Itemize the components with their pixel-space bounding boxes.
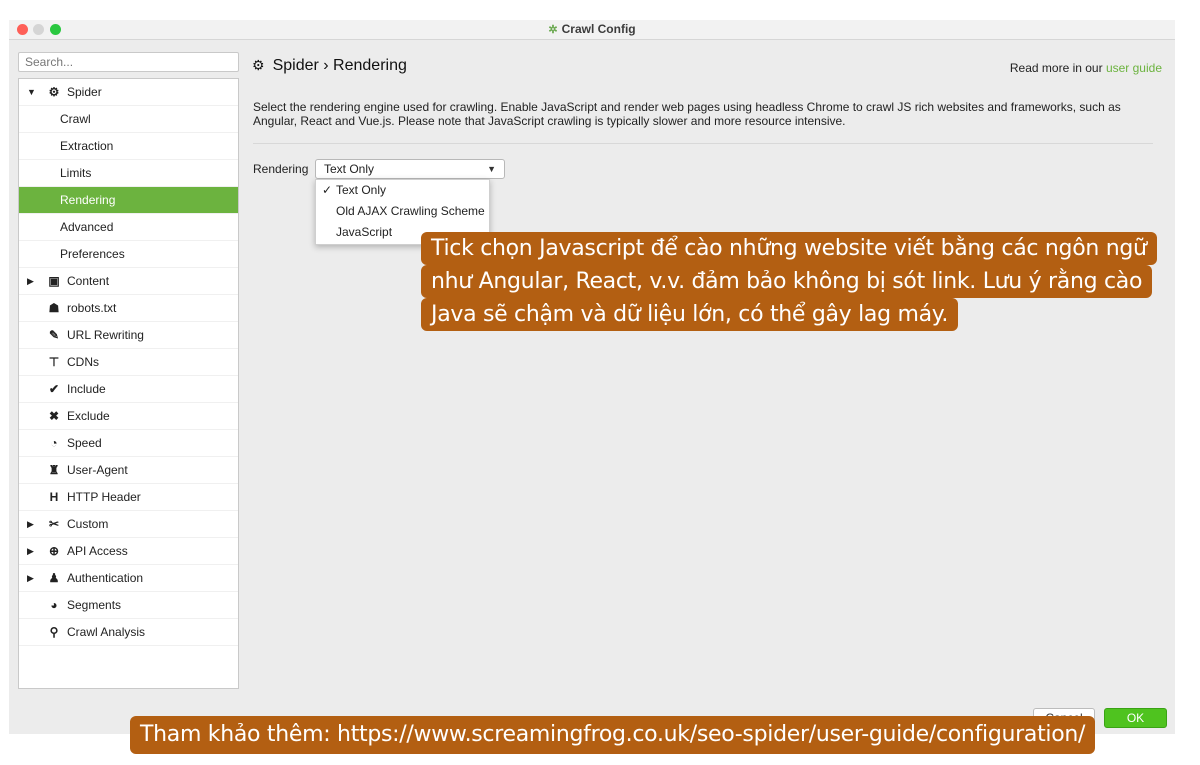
read-more-text: Read more in our user guide <box>1010 61 1162 75</box>
sidebar-item-label: Crawl <box>60 112 91 126</box>
content-pane: ⚙ Spider › Rendering Read more in our use… <box>245 52 1165 692</box>
sidebar-item-cdns[interactable]: ⊤ CDNs <box>19 349 238 376</box>
divider <box>253 143 1153 144</box>
sidebar-item-preferences[interactable]: Preferences <box>19 241 238 268</box>
sidebar-item-http-header[interactable]: H HTTP Header <box>19 484 238 511</box>
crawl-config-window: ✲Crawl Config ▼ ⚙ Spider Crawl Extraction Lim… <box>9 20 1175 734</box>
config-tree: ▼ ⚙ Spider Crawl Extraction Limits Rendering Ad… <box>18 78 239 689</box>
edit-icon: ✎ <box>48 328 60 342</box>
sidebar-item-label: Speed <box>67 436 102 450</box>
sidebar-item-label: Spider <box>67 85 102 99</box>
sidebar-item-crawl-analysis[interactable]: ⚲ Crawl Analysis <box>19 619 238 646</box>
gear-icon: ⚙ <box>252 57 265 73</box>
callout-line-2: như Angular, React, v.v. đảm bảo không b… <box>421 265 1153 298</box>
sidebar-item-label: URL Rewriting <box>67 328 144 342</box>
collapsed-arrow-icon[interactable]: ▶ <box>27 511 34 538</box>
sidebar-item-api-access[interactable]: ▶ ⊕ API Access <box>19 538 238 565</box>
sidebar-item-label: Crawl Analysis <box>67 625 146 639</box>
callout-line-3: Java sẽ chậm và dữ liệu lớn, có thể gây … <box>421 298 959 331</box>
users-lock-icon: ♟ <box>48 571 60 585</box>
read-more-prefix: Read more in our <box>1009 61 1103 75</box>
sidebar-item-label: Custom <box>67 517 109 531</box>
sidebar-item-label: Authentication <box>67 571 144 585</box>
sidebar-item-crawl[interactable]: Crawl <box>19 106 238 133</box>
rendering-option[interactable]: ✓ Text Only <box>316 180 489 201</box>
sidebar-item-include[interactable]: ✔ Include <box>19 376 238 403</box>
checkmark-icon: ✓ <box>322 183 333 197</box>
expanded-arrow-icon[interactable]: ▼ <box>27 79 36 106</box>
rendering-label: Rendering <box>253 162 309 176</box>
window-title-wrap: ✲ Crawl Config <box>9 22 1175 36</box>
sidebar-item-label: Content <box>67 274 110 288</box>
title-bar: ✲ Crawl Config <box>9 20 1175 40</box>
chevron-down-icon: ▼ <box>487 164 496 174</box>
breadcrumb-parent: Spider <box>272 57 319 74</box>
collapsed-arrow-icon[interactable]: ▶ <box>27 565 34 592</box>
user-secret-icon: ♜ <box>48 463 60 477</box>
ok-button[interactable]: OK <box>1104 708 1167 728</box>
window-icon: ▣ <box>48 274 60 288</box>
sidebar-item-advanced[interactable]: Advanced <box>19 214 238 241</box>
sidebar-item-label: robots.txt <box>67 301 117 315</box>
robot-icon: ☗ <box>48 301 60 315</box>
frog-logo-icon: ✲ <box>548 24 558 36</box>
sidebar-item-speed[interactable]: ◔ Speed <box>19 430 238 457</box>
sidebar-item-extraction[interactable]: Extraction <box>19 133 238 160</box>
sidebar-item-label: Include <box>67 382 106 396</box>
search-input[interactable] <box>18 52 239 72</box>
sidebar-item-authentication[interactable]: ▶ ♟ Authentication <box>19 565 238 592</box>
sidebar-item-rendering[interactable]: Rendering <box>19 187 238 214</box>
rendering-option-label: Old AJAX Crawling Scheme <box>336 204 485 218</box>
times-circle-icon: ✖ <box>48 409 60 423</box>
user-guide-link[interactable]: user guide <box>1106 61 1162 75</box>
sidebar-item-label: Segments <box>67 598 122 612</box>
sidebar-item-limits[interactable]: Limits <box>19 160 238 187</box>
check-circle-icon: ✔ <box>48 382 60 396</box>
breadcrumb-current: Rendering <box>333 57 407 74</box>
sitemap-icon: ⊤ <box>48 355 60 369</box>
sidebar-item-label: HTTP Header <box>67 490 141 504</box>
rendering-option-label: JavaScript <box>336 225 393 239</box>
sidebar-item-label: Rendering <box>60 193 116 207</box>
breadcrumb-separator: › <box>323 57 329 74</box>
globe-icon: ⊕ <box>48 544 60 558</box>
speedometer-icon: ◔ <box>50 436 58 450</box>
rendering-option-label: Text Only <box>336 183 387 197</box>
sidebar-item-content[interactable]: ▶ ▣ Content <box>19 268 238 295</box>
sidebar-item-label: Extraction <box>60 139 114 153</box>
pie-chart-icon: ◕ <box>50 598 58 612</box>
gear-icon: ⚙ <box>48 85 60 99</box>
collapsed-arrow-icon[interactable]: ▶ <box>27 268 34 295</box>
window-title: Crawl Config <box>561 22 636 36</box>
sidebar-item-label: API Access <box>67 544 128 558</box>
sidebar-item-label: Advanced <box>60 220 114 234</box>
sidebar-item-robots-txt[interactable]: ☗ robots.txt <box>19 295 238 322</box>
reference-banner: Tham khảo thêm: https://www.screamingfro… <box>130 716 1096 754</box>
rendering-select[interactable]: Text Only ▼ <box>315 159 505 179</box>
sidebar-item-label: Limits <box>60 166 92 180</box>
search-icon: ⚲ <box>49 625 59 639</box>
collapsed-arrow-icon[interactable]: ▶ <box>27 538 34 565</box>
rendering-select-value: Text Only <box>324 162 375 176</box>
sidebar-item-label: Preferences <box>60 247 125 261</box>
sidebar-item-exclude[interactable]: ✖ Exclude <box>19 403 238 430</box>
sidebar-item-custom[interactable]: ▶ ✂ Custom <box>19 511 238 538</box>
sidebar-item-label: User-Agent <box>67 463 128 477</box>
sidebar-item-label: CDNs <box>67 355 99 369</box>
sidebar-item-label: Exclude <box>67 409 110 423</box>
tools-icon: ✂ <box>48 517 60 531</box>
page-title: ⚙ Spider › Rendering <box>252 57 407 75</box>
sidebar-item-user-agent[interactable]: ♜ User-Agent <box>19 457 238 484</box>
header-icon: H <box>49 490 59 504</box>
callout-line-1: Tick chọn Javascript để cào những websit… <box>421 232 1157 265</box>
sidebar-item-url-rewriting[interactable]: ✎ URL Rewriting <box>19 322 238 349</box>
rendering-option[interactable]: Old AJAX Crawling Scheme <box>316 201 489 222</box>
sidebar-item-segments[interactable]: ◕ Segments <box>19 592 238 619</box>
sidebar-item-spider[interactable]: ▼ ⚙ Spider <box>19 79 238 106</box>
rendering-description: Select the rendering engine used for cra… <box>253 100 1121 128</box>
